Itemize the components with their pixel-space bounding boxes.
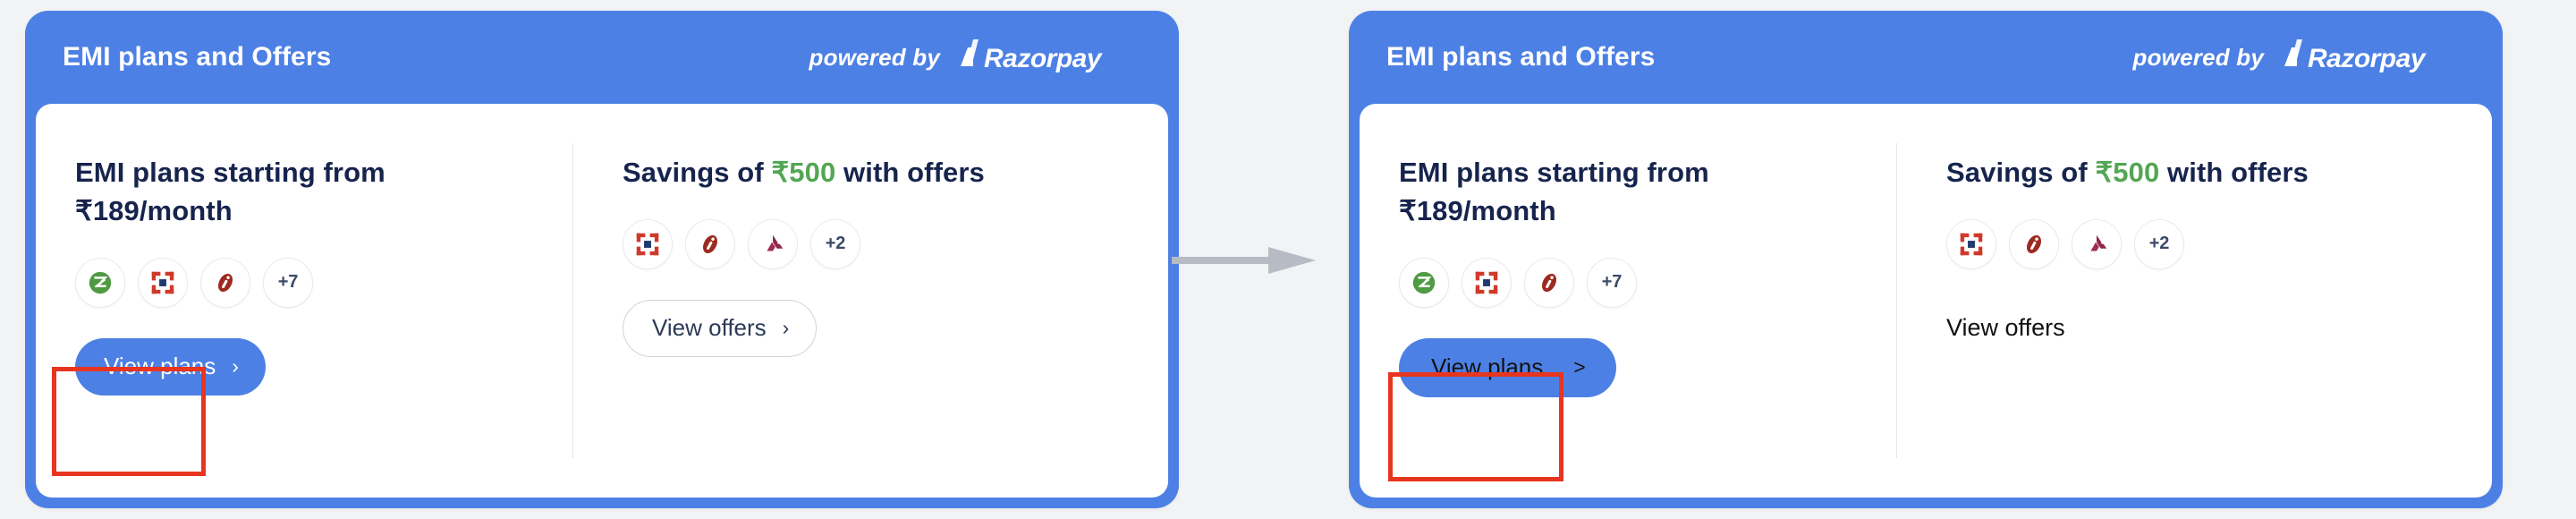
powered-by-razorpay: powered by Razorpay [2133,39,2463,75]
view-plans-slot: View plans › [75,337,266,396]
card-header: EMI plans and Offers powered by Razorpay [1349,11,2503,104]
hdfc-bank-logo-icon [1475,271,1498,294]
offers-bank-chip-list: +2 [1946,218,2451,269]
chip-icici-bank[interactable] [200,257,250,308]
offers-heading-suffix: with offers [835,157,985,188]
chip-axis-bank[interactable] [2072,218,2122,269]
emi-plans-heading: EMI plans starting from ₹189/month [75,154,504,231]
offers-heading-amount: ₹500 [771,157,836,188]
chip-hdfc-bank[interactable] [1462,257,1512,308]
offers-heading-prefix: Savings of [1946,157,2096,188]
chip-zestmoney[interactable] [75,257,125,308]
card-body: EMI plans starting from ₹189/month +7 Vi… [36,104,1168,498]
powered-by-razorpay: powered by Razorpay [809,39,1140,75]
chip-more-count[interactable]: +2 [2134,218,2184,269]
icici-bank-logo-icon [702,234,718,253]
icici-bank-logo-icon [217,273,233,292]
chip-zestmoney[interactable] [1399,257,1449,308]
razorpay-logo: Razorpay [961,39,1103,73]
chevron-right-icon: › [232,353,239,378]
offers-heading: Savings of ₹500 with offers [1946,154,2376,192]
axis-bank-logo-icon [767,234,784,251]
right-arrow-icon [1172,247,1316,274]
chevron-right-icon: › [782,315,790,339]
zestmoney-logo-icon [89,271,112,294]
hdfc-bank-logo-icon [151,271,174,294]
razorpay-logo: Razorpay [2284,39,2427,73]
svg-text:Razorpay: Razorpay [984,44,1103,73]
offers-heading-suffix: with offers [2159,157,2309,188]
chip-more-label: +7 [277,272,299,293]
chip-hdfc-bank[interactable] [1946,218,1996,269]
offers-column: Savings of ₹500 with offers +2 View offe… [572,104,1127,498]
card-header: EMI plans and Offers powered by Razorpay [25,11,1179,104]
chip-icici-bank[interactable] [685,218,735,269]
chip-more-count[interactable]: +7 [1587,257,1637,308]
emi-plans-heading-line2: ₹189/month [75,194,233,226]
chip-hdfc-bank[interactable] [623,218,673,269]
chevron-right-icon: > [1573,354,1586,379]
chip-more-count[interactable]: +7 [263,257,313,308]
axis-bank-logo-icon [2090,234,2107,251]
emi-plans-heading-line1: EMI plans starting from [75,157,386,188]
chip-hdfc-bank[interactable] [138,257,188,308]
view-plans-button[interactable]: View plans > [1399,337,1616,397]
chip-more-count[interactable]: +2 [810,218,860,269]
offers-heading: Savings of ₹500 with offers [623,154,1052,192]
emi-offers-card-after: EMI plans and Offers powered by Razorpay… [1349,11,2503,508]
offers-column: Savings of ₹500 with offers +2 View offe… [1896,104,2451,498]
svg-text:Razorpay: Razorpay [2308,44,2427,73]
offers-heading-amount: ₹500 [2095,157,2160,188]
card-body: EMI plans starting from ₹189/month +7 Vi… [1360,104,2492,498]
view-offers-label: View offers [1946,313,2065,341]
chip-icici-bank[interactable] [2009,218,2059,269]
chip-icici-bank[interactable] [1524,257,1574,308]
chip-more-label: +7 [1601,272,1623,293]
view-offers-button[interactable]: View offers [1946,300,2065,357]
view-plans-button[interactable]: View plans › [75,337,266,396]
emi-plans-heading-line1: EMI plans starting from [1399,157,1709,188]
emi-offers-card-before: EMI plans and Offers powered by Razorpay… [25,11,1179,508]
view-offers-button[interactable]: View offers › [623,299,818,357]
hdfc-bank-logo-icon [1960,233,1983,256]
view-offers-label: View offers [652,313,767,341]
chip-more-label: +2 [2148,234,2170,254]
emi-bank-chip-list: +7 [75,257,572,308]
chip-axis-bank[interactable] [748,218,798,269]
offers-bank-chip-list: +2 [623,218,1127,269]
powered-by-label: powered by [2132,43,2264,71]
chip-more-label: +2 [825,234,846,254]
powered-by-label: powered by [809,43,940,71]
view-plans-label: View plans [104,352,216,379]
comparison-stage: EMI plans and Offers powered by Razorpay… [0,0,2576,519]
emi-plans-column: EMI plans starting from ₹189/month +7 Vi… [36,104,572,498]
icici-bank-logo-icon [1541,273,1557,292]
icici-bank-logo-icon [2026,234,2042,253]
emi-plans-column: EMI plans starting from ₹189/month +7 Vi… [1360,104,1896,498]
offers-heading-prefix: Savings of [623,157,772,188]
emi-plans-heading: EMI plans starting from ₹189/month [1399,154,1828,231]
view-offers-slot: View offers › [623,299,818,357]
emi-plans-heading-line2: ₹189/month [1399,194,1556,226]
card-title: EMI plans and Offers [63,42,332,72]
hdfc-bank-logo-icon [636,233,659,256]
emi-bank-chip-list: +7 [1399,257,1896,308]
view-plans-slot: View plans > [1399,337,1616,397]
view-plans-label: View plans [1431,353,1544,380]
card-title: EMI plans and Offers [1386,42,1656,72]
zestmoney-logo-icon [1412,271,1436,294]
view-offers-slot: View offers [1946,300,2065,357]
